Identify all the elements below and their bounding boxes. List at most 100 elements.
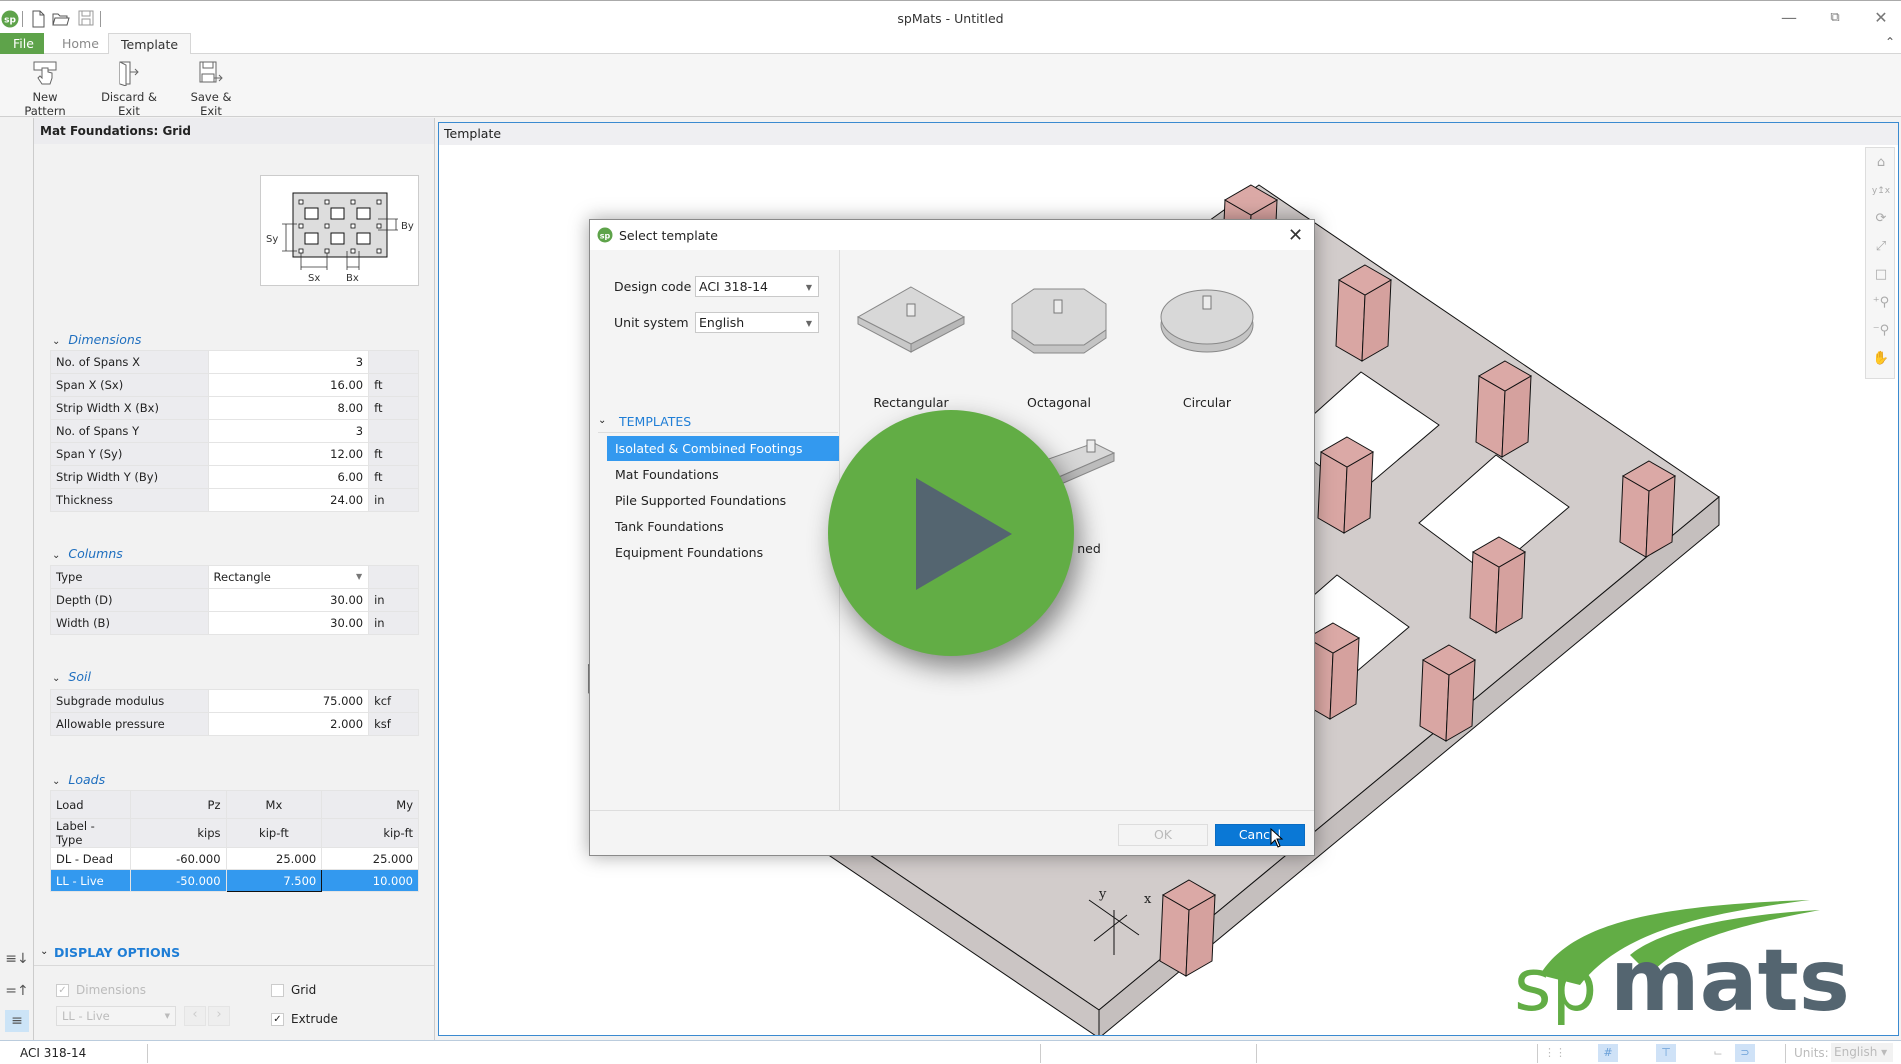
tab-home[interactable]: Home xyxy=(50,33,111,54)
prop-label: Subgrade modulus xyxy=(50,689,209,713)
grid-checkbox[interactable] xyxy=(271,984,284,997)
close-window-button[interactable]: ✕ xyxy=(1858,5,1901,31)
properties-panel: Mat Foundations: Grid Sy By Sx Bx ⌄ Dime… xyxy=(34,118,435,1040)
template-category-item[interactable]: Tank Foundations xyxy=(607,514,839,539)
template-category-item[interactable]: Pile Supported Foundations xyxy=(607,488,839,513)
prop-label: Span Y (Sy) xyxy=(50,442,209,466)
prop-value-input[interactable]: 6.00 xyxy=(207,465,370,489)
rotate-icon[interactable]: ⟳ xyxy=(1870,208,1892,230)
close-icon[interactable]: ✕ xyxy=(1288,225,1303,246)
design-code-select[interactable]: ACI 318-14 ▼ xyxy=(695,276,819,297)
load-case-select[interactable]: LL - Live ▼ xyxy=(56,1006,176,1026)
save-exit-button[interactable]: Save & Exit xyxy=(180,60,242,118)
load-label[interactable]: DL - Dead xyxy=(50,847,131,870)
zoom-in-icon[interactable]: ⁺⚲ xyxy=(1870,292,1892,314)
template-category-item[interactable]: Mat Foundations xyxy=(607,462,839,487)
column-unit: kip-ft xyxy=(321,818,419,848)
load-my-input[interactable]: 10.000 xyxy=(321,869,419,892)
load-label[interactable]: LL - Live xyxy=(50,869,131,892)
prop-value-input[interactable]: 16.00 xyxy=(207,373,370,397)
display-mode-icon[interactable]: ⊃ xyxy=(1735,1044,1755,1062)
minimize-button[interactable]: — xyxy=(1766,5,1812,31)
sx-label: Sx xyxy=(308,273,320,284)
load-pz-input[interactable]: -60.000 xyxy=(129,847,227,870)
prop-value-input[interactable]: 30.00 xyxy=(207,588,370,612)
prop-label: Strip Width Y (By) xyxy=(50,465,209,489)
pan-hand-icon[interactable]: ✋ xyxy=(1870,348,1892,370)
cancel-button[interactable]: Cancel xyxy=(1215,824,1305,846)
zoom-out-icon[interactable]: ⁻⚲ xyxy=(1870,320,1892,342)
load-my-input[interactable]: 25.000 xyxy=(321,847,419,870)
axis-x-label: x xyxy=(1144,892,1152,907)
prop-value-input[interactable]: 3 xyxy=(207,419,370,443)
load-mx-input[interactable]: 7.500 xyxy=(225,869,323,892)
home-view-icon[interactable]: ⌂ xyxy=(1870,152,1892,174)
dots-grid-icon[interactable]: ⋮⋮ xyxy=(1544,1044,1566,1062)
prop-value-input[interactable]: 2.000 xyxy=(207,712,370,736)
template-label: Octagonal xyxy=(1027,395,1091,410)
table-row: Thickness 24.00 in xyxy=(50,488,419,512)
prop-value-input[interactable]: 12.00 xyxy=(207,442,370,466)
templates-section-toggle[interactable]: ⌄ TEMPLATES xyxy=(598,412,838,433)
extrude-checkbox-label: Extrude xyxy=(291,1012,338,1026)
prop-value-input[interactable]: 75.000 xyxy=(207,689,370,713)
restore-button[interactable]: ⧉ xyxy=(1812,5,1858,31)
dropdown-arrow-icon: ▼ xyxy=(805,283,812,292)
table-row: Allowable pressure 2.000 ksf xyxy=(50,712,419,736)
prop-value-input[interactable]: 24.00 xyxy=(207,488,370,512)
template-category-item[interactable]: Isolated & Combined Footings xyxy=(607,436,839,461)
video-play-button[interactable] xyxy=(828,410,1074,656)
zoom-window-icon[interactable]: □ xyxy=(1870,264,1892,286)
new-pattern-button[interactable]: New Pattern xyxy=(12,60,78,118)
dialog-footer: OK Cancel xyxy=(590,810,1314,855)
chevron-down-icon: ⌄ xyxy=(52,673,61,684)
zoom-extents-icon[interactable]: ⤢ xyxy=(1870,236,1892,258)
load-mx-input[interactable]: 25.000 xyxy=(225,847,323,870)
ribbon-tabs: File Home Template ⌃ xyxy=(0,33,1901,55)
select-value: ACI 318-14 xyxy=(699,279,768,294)
load-row[interactable]: DL - Dead -60.000 25.000 25.000 xyxy=(50,847,419,870)
next-load-button[interactable]: › xyxy=(208,1006,230,1026)
template-category-item[interactable]: Equipment Foundations xyxy=(607,540,839,565)
logo-name: mats xyxy=(1610,931,1850,1030)
tab-template[interactable]: Template xyxy=(108,33,192,55)
dimensions-checkbox[interactable]: ✓ xyxy=(56,984,69,997)
column-header: Load xyxy=(50,790,131,819)
prop-label: Depth (D) xyxy=(50,588,209,612)
separator xyxy=(1537,1044,1538,1063)
soil-section-toggle[interactable]: ⌄ Soil xyxy=(52,669,91,684)
prop-value-input[interactable]: 8.00 xyxy=(207,396,370,420)
ok-button[interactable]: OK xyxy=(1118,824,1208,846)
display-options-toggle[interactable]: ⌄ DISPLAY OPTIONS xyxy=(34,942,434,966)
dimensions-section-toggle[interactable]: ⌄ Dimensions xyxy=(52,332,141,347)
prev-load-button[interactable]: ‹ xyxy=(184,1006,206,1026)
panel-title: Mat Foundations: Grid xyxy=(34,118,434,144)
grid-icon[interactable]: # xyxy=(1598,1044,1618,1062)
menu-icon[interactable]: ≡ xyxy=(5,1010,29,1032)
units-select[interactable]: English ▾ xyxy=(1831,1043,1893,1062)
collapse-all-icon[interactable]: =↑ xyxy=(5,980,29,1002)
template-rectangular[interactable]: Rectangular xyxy=(851,272,971,410)
load-pz-input[interactable]: -50.000 xyxy=(129,869,227,892)
prop-unit: ksf xyxy=(368,712,419,736)
prop-value-input[interactable]: 3 xyxy=(207,350,370,374)
tab-file[interactable]: File xyxy=(0,33,44,54)
expand-all-icon[interactable]: ≡↓ xyxy=(5,948,29,970)
snap-icon[interactable]: ⊤ xyxy=(1656,1044,1676,1062)
unit-system-select[interactable]: English ▼ xyxy=(695,312,819,333)
select-value: English xyxy=(699,315,745,330)
column-type-select[interactable]: Rectangle ▼ xyxy=(207,565,370,589)
loads-section-toggle[interactable]: ⌄ Loads xyxy=(52,772,105,787)
section-title: Loads xyxy=(68,772,106,787)
extrude-checkbox[interactable]: ✓ xyxy=(271,1013,284,1026)
columns-section-toggle[interactable]: ⌄ Columns xyxy=(52,546,123,561)
template-circular[interactable]: Circular xyxy=(1147,272,1267,410)
template-octagonal[interactable]: Octagonal xyxy=(999,272,1119,410)
load-row[interactable]: LL - Live -50.000 7.500 10.000 xyxy=(50,869,419,892)
discard-exit-button[interactable]: Discard & Exit xyxy=(92,60,166,118)
axes-view-icon[interactable]: y↥x xyxy=(1870,180,1892,202)
ortho-icon[interactable]: ⌙ xyxy=(1708,1044,1728,1062)
collapse-ribbon-icon[interactable]: ⌃ xyxy=(1885,35,1895,49)
prop-value-input[interactable]: 30.00 xyxy=(207,611,370,635)
table-row: No. of Spans Y3 xyxy=(50,419,419,443)
